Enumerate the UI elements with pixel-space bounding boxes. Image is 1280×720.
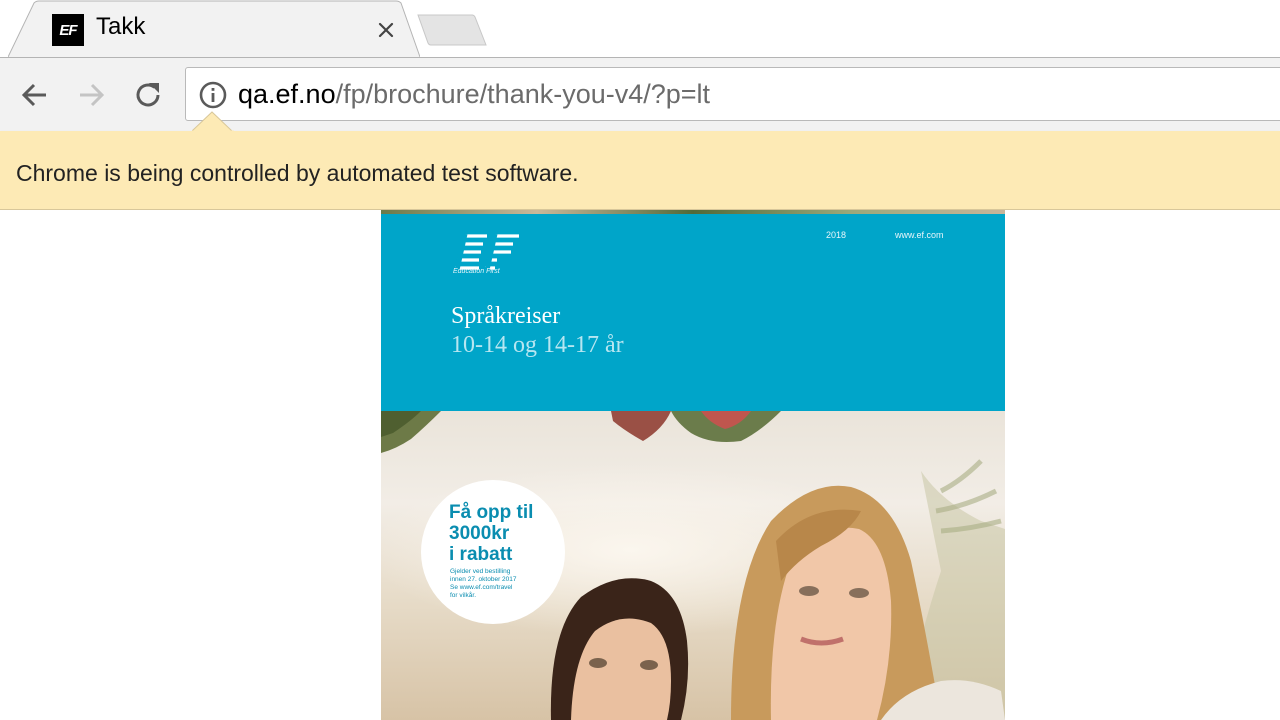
brochure-subtitle: 10-14 og 14-17 år: [451, 332, 624, 358]
infobar-arrow: [192, 111, 234, 132]
ef-tagline: Education First: [453, 268, 500, 275]
badge-fine-print-2: innen 27. oktober 2017: [450, 576, 517, 583]
new-tab-icon[interactable]: [416, 13, 490, 47]
brochure-title: Språkreiser: [451, 303, 561, 329]
brochure-website: www.ef.com: [895, 230, 944, 240]
badge-fine-print: Gjelder ved bestilling innen 27. oktober…: [450, 568, 550, 600]
ef-logo-icon: [454, 233, 519, 271]
badge-fine-print-3: Se www.ef.com/travel: [450, 584, 513, 591]
badge-fine-print-4: for vilkår.: [450, 592, 477, 599]
arrow-right-icon[interactable]: [71, 75, 111, 115]
brochure-year: 2018: [826, 230, 847, 240]
badge-line-2: 3000kr: [449, 523, 510, 544]
brochure-cover-image[interactable]: Education First 2018 www.ef.com Språkrei…: [381, 210, 1005, 720]
badge-fine-print-1: Gjelder ved bestilling: [450, 568, 511, 575]
tab-title: Takk: [96, 13, 146, 40]
arrow-left-icon[interactable]: [15, 75, 55, 115]
brochure-header: Education First 2018 www.ef.com Språkrei…: [381, 214, 1005, 411]
badge-line-1: Få opp til: [449, 502, 534, 523]
url-host: qa.ef.no: [238, 79, 336, 109]
info-icon[interactable]: [198, 80, 228, 110]
tab-strip: EF Takk: [0, 0, 1280, 58]
close-icon[interactable]: [372, 16, 400, 44]
address-bar[interactable]: qa.ef.no/fp/brochure/thank-you-v4/?p=lt: [185, 67, 1280, 121]
reload-icon[interactable]: [128, 75, 168, 115]
badge-headline: Få opp til 3000kr i rabatt: [449, 502, 533, 565]
automation-infobar: Chrome is being controlled by automated …: [0, 131, 1280, 210]
browser-tab-active[interactable]: EF Takk: [8, 0, 420, 58]
url-path: /fp/brochure/thank-you-v4/?p=lt: [335, 79, 711, 109]
discount-badge: Få opp til 3000kr i rabatt Gjelder ved b…: [421, 480, 565, 624]
badge-line-3: i rabatt: [449, 544, 513, 565]
infobar-message: Chrome is being controlled by automated …: [16, 160, 579, 186]
favicon-icon: EF: [52, 14, 84, 46]
url-text: qa.ef.no/fp/brochure/thank-you-v4/?p=lt: [238, 79, 710, 110]
page-content: Education First 2018 www.ef.com Språkrei…: [0, 210, 1280, 720]
